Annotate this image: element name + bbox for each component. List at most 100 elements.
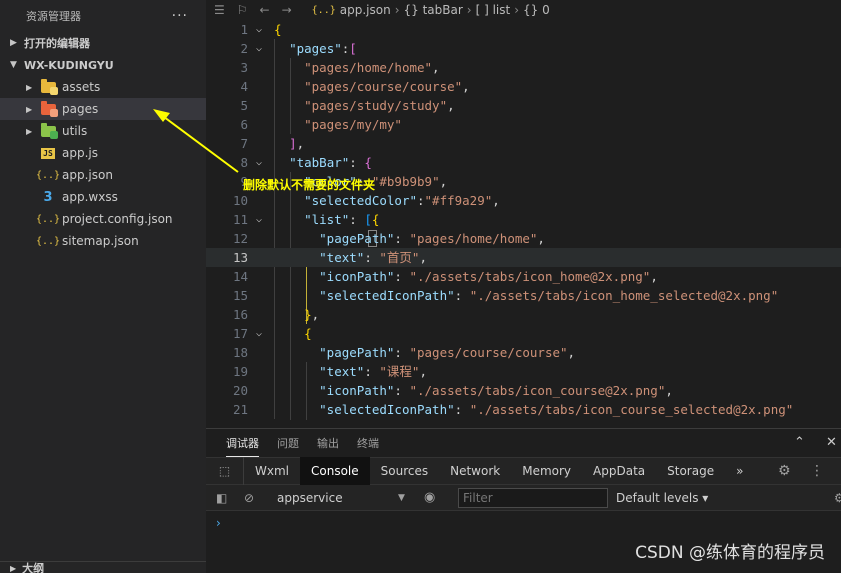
- tree-item-label: sitemap.json: [62, 234, 139, 248]
- bottom-panel: 调试器 问题 输出 终端 ⌃ ✕ ⬚ Wxml Console Sources …: [206, 428, 841, 573]
- code-area[interactable]: 1 ⌵{ 2 ⌵ "pages":[ 3 "pages/home/home", 4 …: [206, 20, 841, 420]
- chevron-right-icon: ▶: [26, 104, 33, 114]
- tree-item-app-js[interactable]: JS app.js: [0, 142, 206, 164]
- more-actions-icon[interactable]: ···: [172, 8, 188, 24]
- chevron-right-icon: ▶: [10, 38, 17, 48]
- clear-console-icon[interactable]: ⊘: [244, 491, 254, 505]
- more-tabs-icon[interactable]: »: [725, 457, 754, 485]
- folder-assets-icon: [40, 78, 58, 95]
- back-arrow-icon[interactable]: ←: [260, 3, 270, 17]
- breadcrumb-item[interactable]: {} 0: [523, 3, 550, 17]
- code-line: 12 "pagePath": "pages/home/home",: [232, 231, 545, 246]
- open-editors-label: 打开的编辑器: [24, 37, 90, 50]
- gear-icon[interactable]: ⚙: [834, 491, 841, 505]
- tree-item-app-json[interactable]: {..} app.json: [0, 164, 206, 186]
- code-line-active: 13 "text": "首页",: [206, 248, 841, 267]
- project-name: WX-KUDINGYU: [24, 58, 114, 72]
- code-line: 6 "pages/my/my": [240, 117, 402, 132]
- tree-item-project-config[interactable]: {..} project.config.json: [0, 208, 206, 230]
- explorer-sidebar: 资源管理器 ··· ▶ 打开的编辑器 ▼ WX-KUDINGYU ▶ asset…: [0, 0, 206, 573]
- js-file-icon: JS: [41, 147, 55, 159]
- project-section[interactable]: ▼ WX-KUDINGYU: [0, 54, 206, 76]
- forward-arrow-icon[interactable]: →: [282, 3, 292, 17]
- outline-label: 大纲: [22, 562, 45, 573]
- gear-icon[interactable]: ⚙: [778, 463, 791, 479]
- tree-item-utils[interactable]: ▶ utils: [0, 120, 206, 142]
- code-line: 10 "selectedColor":"#ff9a29",: [232, 193, 500, 208]
- code-line: 5 "pages/study/study",: [240, 98, 455, 113]
- list-icon[interactable]: ☰: [214, 3, 225, 17]
- json-file-icon: {..}: [311, 4, 336, 16]
- folder-utils-icon: [40, 122, 58, 139]
- code-line: 1 ⌵{: [240, 22, 282, 37]
- tab-console[interactable]: Console: [300, 457, 370, 485]
- console-prompt[interactable]: ›: [216, 516, 221, 530]
- tree-item-assets[interactable]: ▶ assets: [0, 76, 206, 98]
- tree-item-sitemap[interactable]: {..} sitemap.json: [0, 230, 206, 252]
- panel-tabs: 调试器 问题 输出 终端 ⌃ ✕: [206, 429, 841, 457]
- tab-debugger[interactable]: 调试器: [226, 430, 259, 457]
- breadcrumb-file[interactable]: app.json: [340, 3, 391, 17]
- chevron-down-icon[interactable]: ▼: [398, 493, 405, 503]
- sidebar-toggle-icon[interactable]: ◧: [216, 491, 227, 505]
- context-select[interactable]: appservice: [277, 491, 343, 505]
- code-line: 11 ⌵ "list": [{: [232, 212, 380, 227]
- explorer-header: 资源管理器 ···: [0, 0, 206, 32]
- chevron-down-icon: ▼: [10, 60, 17, 70]
- log-levels-select[interactable]: Default levels ▾: [616, 491, 708, 505]
- folder-pages-icon: [40, 100, 58, 117]
- code-line: 17 ⌵ {: [232, 326, 312, 341]
- code-line: 16 },: [232, 307, 320, 322]
- code-line: 7 ],: [240, 136, 305, 151]
- code-line: 19 "text": "课程",: [232, 364, 427, 379]
- chevron-right-icon: ▶: [26, 82, 33, 92]
- tree-item-label: app.json: [62, 168, 113, 182]
- tree-item-app-wxss[interactable]: 3 app.wxss: [0, 186, 206, 208]
- code-line: 14 "iconPath": "./assets/tabs/icon_home@…: [232, 269, 658, 284]
- code-line: 18 "pagePath": "pages/course/course",: [232, 345, 576, 360]
- json-file-icon: {..}: [35, 235, 61, 247]
- chevron-up-icon[interactable]: ⌃: [794, 435, 805, 450]
- breadcrumb-list[interactable]: [ ] list: [476, 3, 511, 17]
- chevron-right-icon: ▶: [10, 564, 17, 573]
- watermark: CSDN @练体育的程序员: [635, 543, 825, 563]
- breadcrumb-tabbar[interactable]: {} tabBar: [404, 3, 463, 17]
- tree-item-label: utils: [62, 124, 88, 138]
- tree-item-label: assets: [62, 80, 101, 94]
- explorer-title: 资源管理器: [26, 10, 81, 23]
- code-line: 4 "pages/course/course",: [240, 79, 470, 94]
- console-toolbar: ◧ ⊘ appservice ▼ ◉ Default levels ▾ ⚙: [206, 485, 841, 511]
- tab-terminal[interactable]: 终端: [357, 430, 379, 456]
- code-line: 20 "iconPath": "./assets/tabs/icon_cours…: [232, 383, 673, 398]
- kebab-menu-icon[interactable]: ⋮: [810, 463, 824, 479]
- tab-appdata[interactable]: AppData: [582, 457, 656, 485]
- tab-output[interactable]: 输出: [317, 430, 339, 456]
- close-icon[interactable]: ✕: [826, 435, 837, 450]
- code-line: 15 "selectedIconPath": "./assets/tabs/ic…: [232, 288, 779, 303]
- breadcrumb: ☰ ⚐ ← → {..} app.json › {} tabBar › [ ] …: [206, 0, 841, 20]
- tab-wxml[interactable]: Wxml: [244, 457, 300, 485]
- breadcrumb-separator-icon: ›: [514, 3, 520, 17]
- chevron-right-icon: ▶: [26, 126, 33, 136]
- tab-storage[interactable]: Storage: [656, 457, 725, 485]
- bookmark-icon[interactable]: ⚐: [237, 3, 248, 17]
- code-line: 21 "selectedIconPath": "./assets/tabs/ic…: [232, 402, 794, 417]
- outline-section[interactable]: ▶ 大纲: [0, 561, 206, 573]
- tree-item-label: project.config.json: [62, 212, 173, 226]
- filter-input[interactable]: [458, 488, 608, 508]
- tab-memory[interactable]: Memory: [511, 457, 582, 485]
- inspect-element-icon[interactable]: ⬚: [206, 457, 244, 485]
- open-editors-section[interactable]: ▶ 打开的编辑器: [0, 32, 206, 54]
- code-editor[interactable]: ☰ ⚐ ← → {..} app.json › {} tabBar › [ ] …: [206, 0, 841, 424]
- breadcrumb-separator-icon: ›: [394, 3, 400, 17]
- devtools-tabs: ⬚ Wxml Console Sources Network Memory Ap…: [206, 457, 841, 485]
- eye-icon[interactable]: ◉: [424, 490, 435, 505]
- tree-item-label: pages: [62, 102, 99, 116]
- tree-item-label: app.wxss: [62, 190, 118, 204]
- tree-item-pages[interactable]: ▶ pages: [0, 98, 206, 120]
- tab-sources[interactable]: Sources: [370, 457, 439, 485]
- tab-network[interactable]: Network: [439, 457, 511, 485]
- code-line: 2 ⌵ "pages":[: [240, 41, 357, 56]
- breadcrumb-separator-icon: ›: [466, 3, 472, 17]
- tab-problems[interactable]: 问题: [277, 430, 299, 456]
